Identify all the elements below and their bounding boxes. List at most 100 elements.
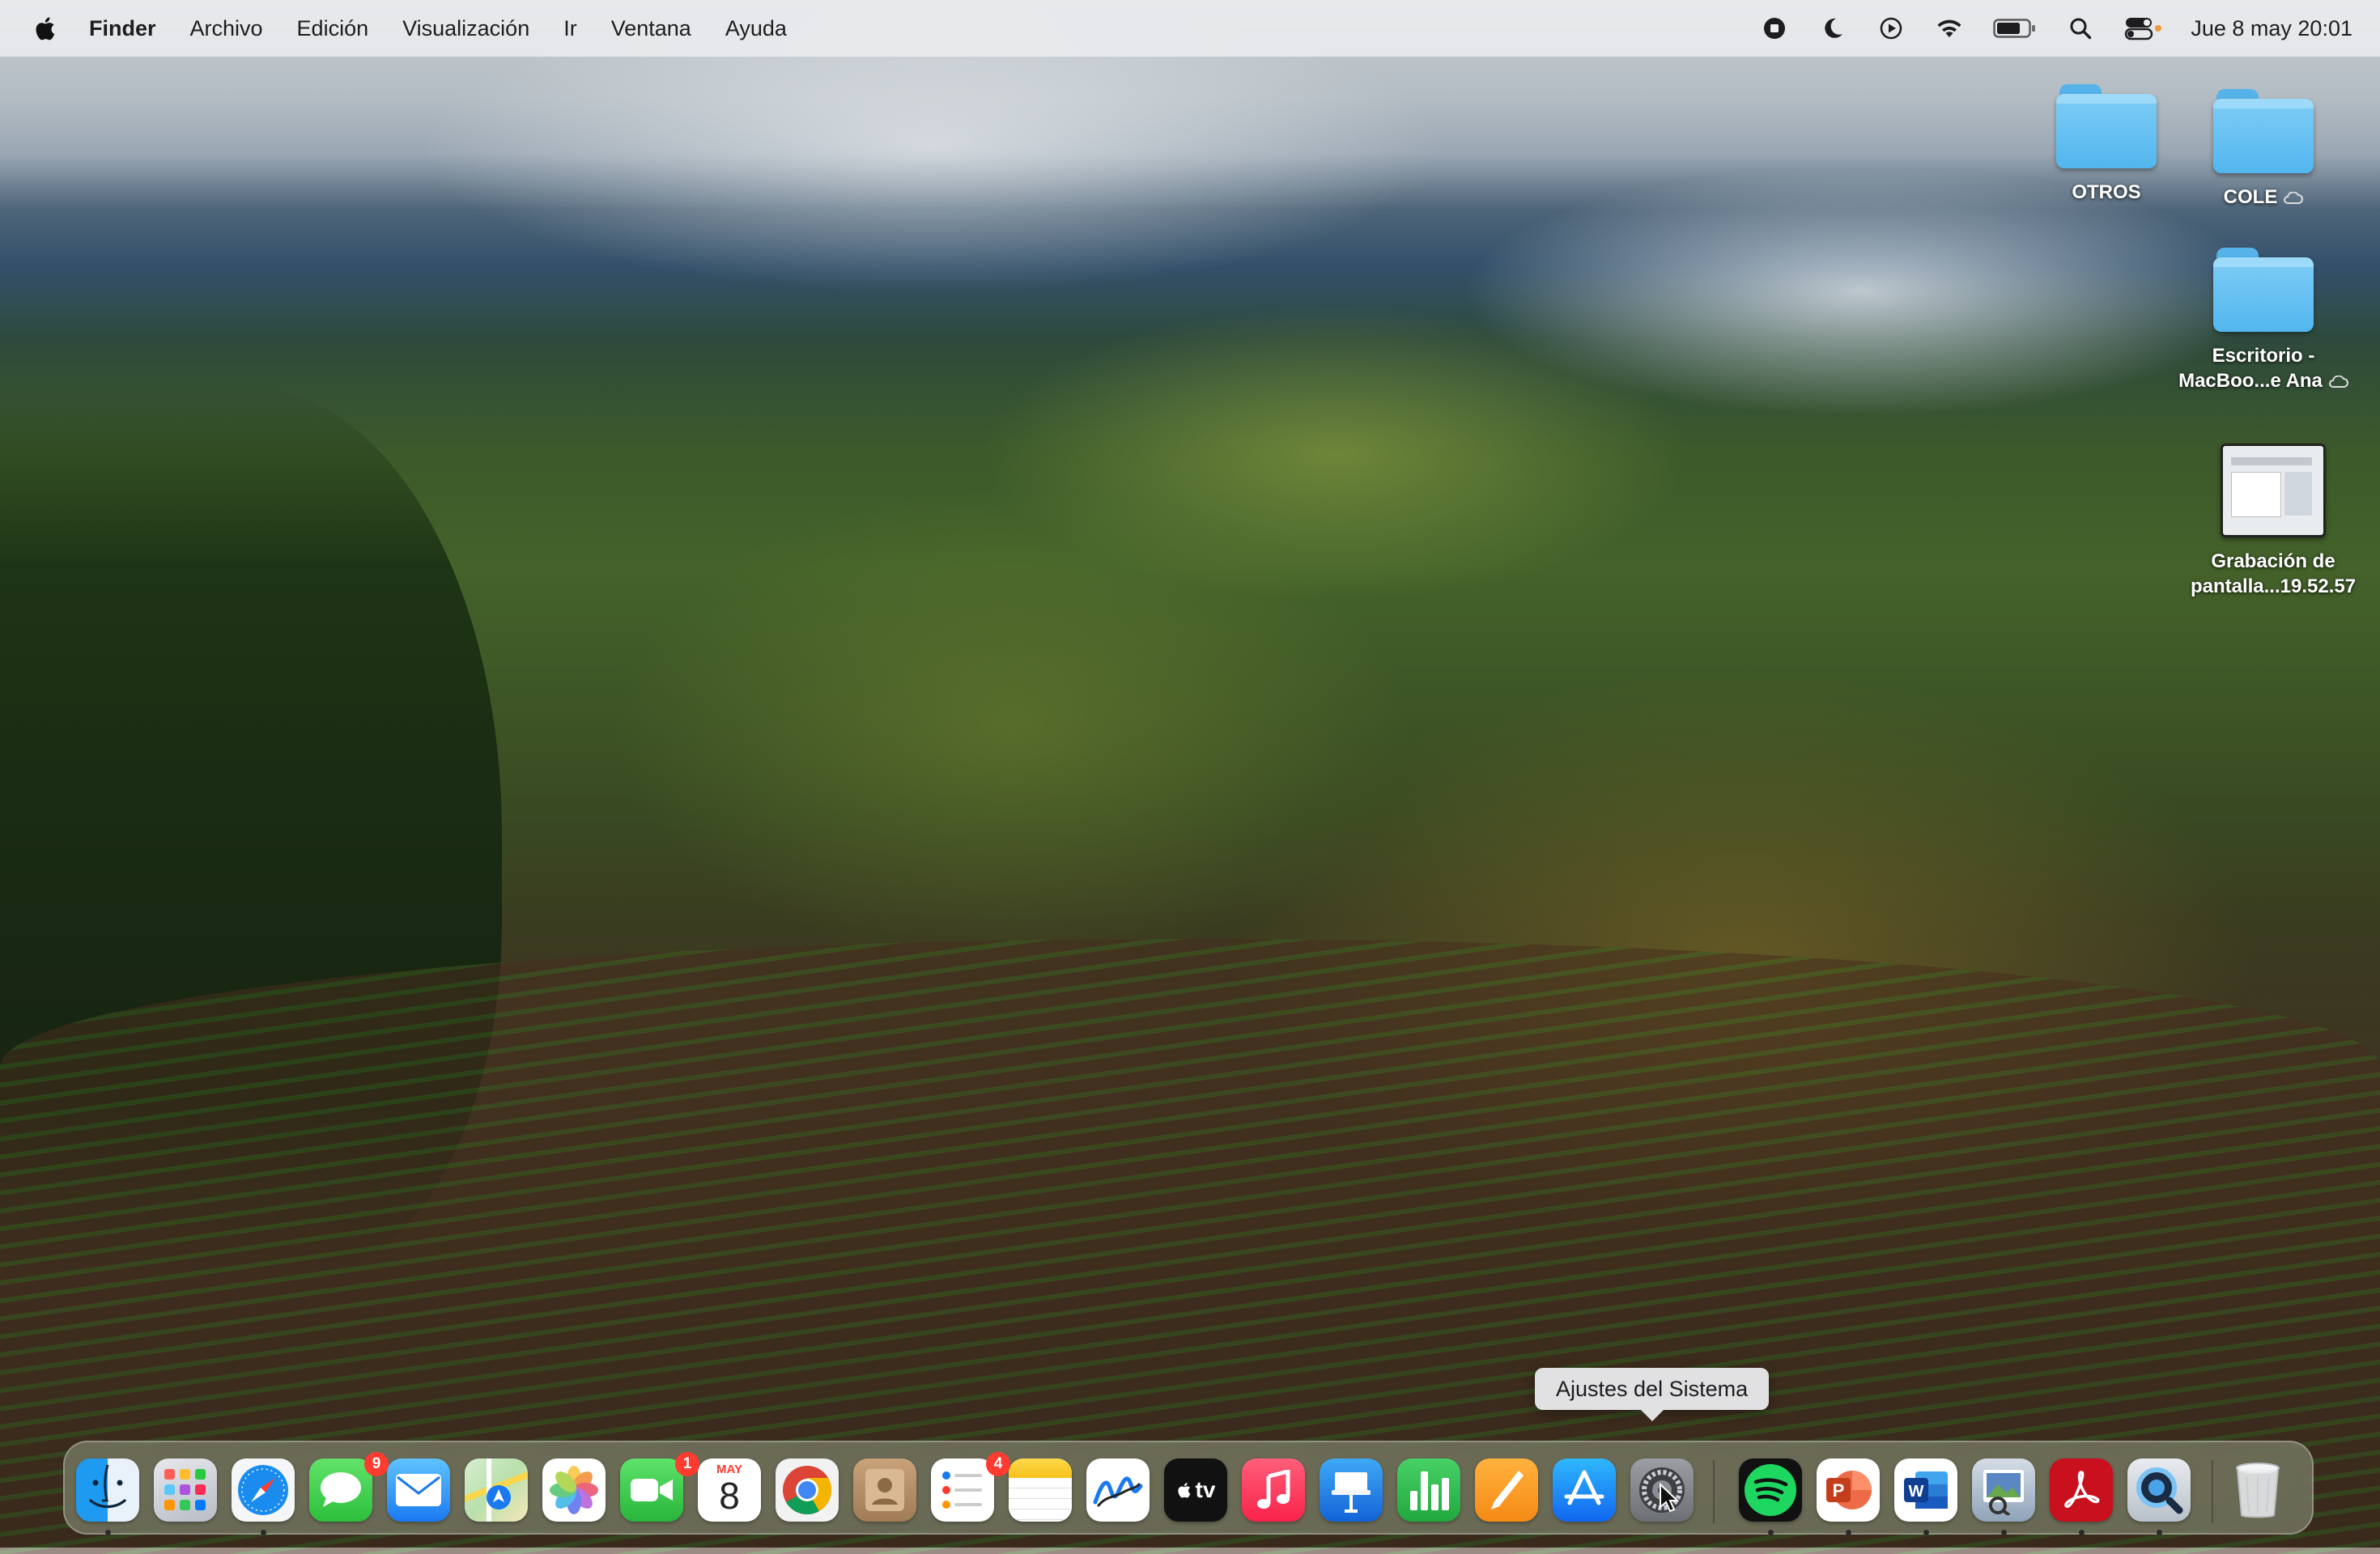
music-note-icon: [1257, 1470, 1290, 1509]
desktop-folder-cole[interactable]: COLE: [2174, 89, 2352, 210]
dock-pages[interactable]: [1475, 1458, 1538, 1522]
app-store-a-icon: [1564, 1470, 1604, 1505]
dock-vista-previa[interactable]: [1972, 1458, 2035, 1522]
menu-bar-clock[interactable]: Jue 8 may 20:01: [2191, 16, 2352, 41]
folder-icon: [2213, 89, 2314, 173]
dock-quicktime[interactable]: [2127, 1458, 2191, 1522]
quicktime-icon: [2136, 1467, 2183, 1514]
dock-numbers[interactable]: [1397, 1458, 1460, 1522]
trash-icon: [2236, 1463, 2280, 1518]
dock-contactos[interactable]: [853, 1458, 916, 1522]
video-camera-icon: [631, 1479, 673, 1501]
menu-bar: Finder Archivo Edición Visualización Ir …: [0, 0, 2380, 57]
menu-ir[interactable]: Ir: [563, 16, 577, 41]
dock-mapas[interactable]: [465, 1458, 528, 1522]
running-indicator: [1846, 1530, 1851, 1535]
video-thumbnail-icon: [2221, 444, 2326, 537]
dock-keynote[interactable]: [1320, 1458, 1383, 1522]
running-indicator: [2079, 1530, 2085, 1535]
photos-flower-icon: [550, 1466, 598, 1514]
running-indicator: [261, 1530, 266, 1535]
dock-safari[interactable]: [232, 1458, 295, 1522]
dock-separator: [2212, 1460, 2213, 1523]
desktop-folder-escritorio[interactable]: Escritorio - MacBoo...e Ana: [2174, 248, 2352, 393]
notes-header-icon: [1009, 1458, 1072, 1478]
dock-launchpad[interactable]: [154, 1458, 217, 1522]
play-circle-icon[interactable]: [1876, 14, 1906, 43]
dock-app-store[interactable]: [1553, 1458, 1616, 1522]
moon-icon[interactable]: [1818, 14, 1847, 43]
acrobat-icon: [2064, 1471, 2100, 1508]
dock-tv[interactable]: tv: [1164, 1458, 1227, 1522]
menu-visualizacion[interactable]: Visualización: [402, 16, 529, 41]
folder-icon: [2056, 84, 2157, 168]
apple-logo-icon: [1177, 1483, 1190, 1498]
wifi-icon[interactable]: [1935, 14, 1964, 43]
dock-mensajes[interactable]: [309, 1458, 372, 1522]
map-icon: [465, 1458, 528, 1522]
apple-menu-icon[interactable]: [29, 12, 62, 45]
bar-chart-icon: [1410, 1471, 1449, 1510]
reminders-list-icon: [942, 1471, 982, 1509]
dock-chrome[interactable]: [776, 1458, 839, 1522]
dock-fotos[interactable]: [542, 1458, 606, 1522]
envelope-icon: [396, 1474, 441, 1506]
dock-recordatorios[interactable]: [931, 1458, 994, 1522]
running-indicator: [105, 1530, 111, 1535]
finder-icon: [89, 1464, 126, 1509]
running-indicator: [2157, 1530, 2162, 1535]
freeform-scribble-icon: [1093, 1476, 1143, 1507]
notification-badge: 4: [986, 1452, 1010, 1476]
desktop-item-label-line1: Grabación de: [2211, 550, 2335, 572]
dock-freeform[interactable]: [1086, 1458, 1150, 1522]
folder-icon: [2213, 248, 2314, 332]
safari-compass-icon: [238, 1465, 288, 1515]
menu-archivo[interactable]: Archivo: [190, 16, 263, 41]
preview-photos-icon: [1983, 1470, 2024, 1515]
dock-mail[interactable]: [387, 1458, 450, 1522]
running-indicator: [1923, 1530, 1929, 1535]
desktop-file-screen-recording[interactable]: Grabación de pantalla...19.52.57: [2184, 444, 2362, 599]
screen-record-icon[interactable]: [1760, 14, 1789, 43]
podium-icon: [1332, 1472, 1371, 1513]
menu-app-finder[interactable]: Finder: [89, 16, 156, 41]
calendar-day: 8: [719, 1475, 740, 1517]
dock-papelera[interactable]: [2226, 1458, 2289, 1522]
notification-badge: 9: [364, 1452, 389, 1476]
pen-icon: [1491, 1471, 1524, 1509]
svg-text:W: W: [1909, 1483, 1924, 1501]
dock-musica[interactable]: [1242, 1458, 1305, 1522]
menu-ventana[interactable]: Ventana: [611, 16, 691, 41]
desktop-item-label-line2: pantalla...19.52.57: [2190, 575, 2357, 597]
icloud-icon: [2328, 375, 2348, 388]
dock-powerpoint[interactable]: P: [1817, 1458, 1880, 1522]
dock-spotify[interactable]: [1739, 1458, 1802, 1522]
dock-notas[interactable]: [1009, 1458, 1072, 1522]
desktop-folder-otros[interactable]: OTROS: [2017, 84, 2195, 205]
running-indicator: [2001, 1530, 2007, 1535]
dock-finder[interactable]: [76, 1458, 139, 1522]
spotify-icon: [1745, 1464, 1796, 1516]
dock-calendario[interactable]: MAY 8: [698, 1458, 761, 1522]
running-indicator: [1768, 1530, 1774, 1535]
dock: 9 1 MAY 8 4 tv P W: [63, 1441, 2314, 1535]
dock-tooltip: Ajustes del Sistema: [1535, 1368, 1770, 1421]
mouse-pointer-icon: [1660, 1483, 1680, 1513]
word-icon: W: [1904, 1471, 1948, 1509]
svg-text:P: P: [1833, 1480, 1845, 1501]
control-center-icon[interactable]: [2124, 14, 2163, 43]
dock-acrobat[interactable]: [2050, 1458, 2113, 1522]
message-bubble-icon: [321, 1472, 361, 1507]
powerpoint-icon: P: [1826, 1471, 1872, 1509]
menu-ayuda[interactable]: Ayuda: [725, 16, 787, 41]
notification-badge: 1: [675, 1452, 699, 1476]
dock-word[interactable]: W: [1894, 1458, 1957, 1522]
contact-person-icon: [865, 1469, 904, 1511]
battery-icon[interactable]: [1993, 14, 2037, 43]
menu-edicion[interactable]: Edición: [297, 16, 369, 41]
desktop-item-label-line1: Escritorio -: [2212, 345, 2315, 367]
tv-label: tv: [1195, 1477, 1216, 1502]
dock-facetime[interactable]: [620, 1458, 683, 1522]
spotlight-search-icon[interactable]: [2066, 14, 2095, 43]
desktop-item-label: OTROS: [2072, 181, 2141, 203]
